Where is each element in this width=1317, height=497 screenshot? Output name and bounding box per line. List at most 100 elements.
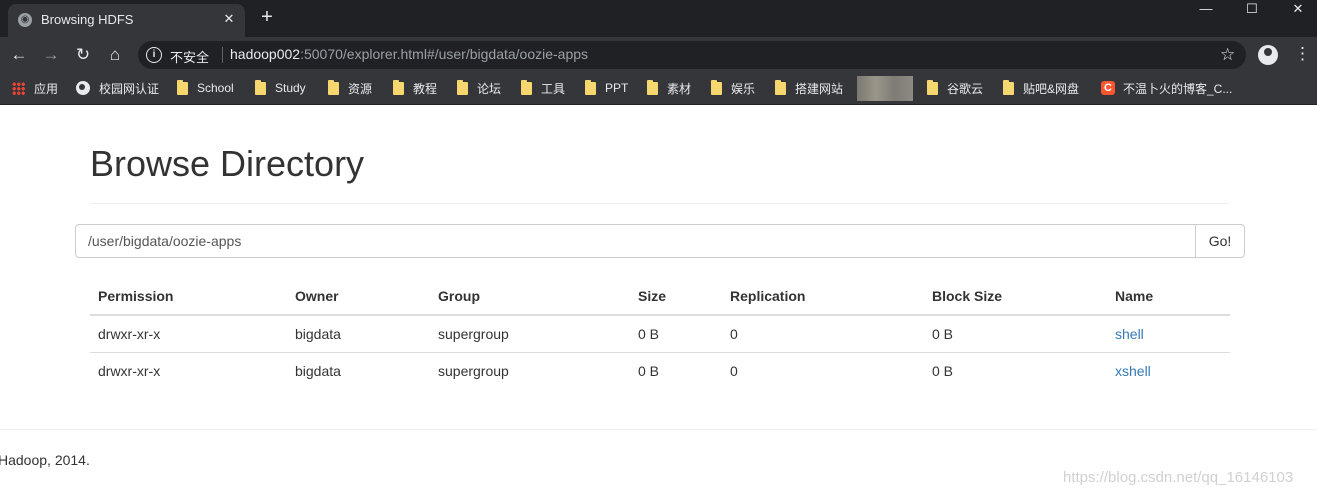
window-close-icon[interactable]: ✕ bbox=[1275, 0, 1317, 30]
column-header-replication[interactable]: Replication bbox=[722, 278, 924, 316]
folder-icon bbox=[585, 79, 596, 95]
watermark: https://blog.csdn.net/qq_16146103 bbox=[1063, 469, 1294, 486]
bookmark-label: 校园网认证 bbox=[99, 81, 160, 96]
folder-icon bbox=[1003, 79, 1014, 95]
bookmark-label: 资源 bbox=[348, 81, 373, 96]
info-icon[interactable]: i bbox=[146, 47, 162, 63]
folder-icon bbox=[393, 79, 404, 95]
cell-owner: bigdata bbox=[295, 326, 341, 342]
column-header-permission[interactable]: Permission bbox=[90, 278, 287, 316]
path-input[interactable] bbox=[75, 224, 1196, 258]
cell-name: shell bbox=[1107, 315, 1230, 353]
cell-group: supergroup bbox=[438, 326, 509, 342]
bookmark-label: 不温卜火的博客_C... bbox=[1123, 81, 1233, 96]
directory-link-shell[interactable]: shell bbox=[1115, 326, 1144, 342]
cell-owner: bigdata bbox=[287, 352, 430, 389]
bookmark-label: Study bbox=[275, 81, 306, 95]
bookmark-folder-google-cloud[interactable]: 谷歌云 bbox=[927, 79, 983, 97]
directory-link-xshell[interactable]: xshell bbox=[1115, 363, 1151, 379]
bookmark-folder-tieba-netdisk[interactable]: 贴吧&网盘 bbox=[1003, 79, 1079, 97]
bookmark-csdn-blog[interactable]: C 不温卜火的博客_C... bbox=[1101, 79, 1232, 97]
bookmark-folder-build-site[interactable]: 搭建网站 bbox=[775, 79, 843, 97]
bookmark-folder-entertainment[interactable]: 娱乐 bbox=[711, 79, 755, 97]
folder-icon bbox=[255, 79, 266, 95]
bookmark-label: 论坛 bbox=[477, 81, 502, 96]
folder-icon bbox=[328, 79, 339, 95]
bookmark-label: 搭建网站 bbox=[795, 81, 844, 96]
bookmark-label: 娱乐 bbox=[731, 81, 756, 96]
bookmark-folder-materials[interactable]: 素材 bbox=[647, 79, 691, 97]
bookmark-folder-tools[interactable]: 工具 bbox=[521, 79, 565, 97]
bookmark-folder-study[interactable]: Study bbox=[255, 79, 306, 97]
cell-name: xshell bbox=[1107, 352, 1230, 389]
table-header-row: Permission Owner Group Size Replication … bbox=[90, 278, 1230, 316]
insecure-label[interactable]: 不安全 bbox=[170, 47, 209, 66]
table-row: drwxr-xr-x bigdata supergroup 0 B 0 0 B … bbox=[90, 352, 1230, 389]
bookmark-campus-auth[interactable]: 校园网认证 bbox=[76, 79, 159, 97]
cell-replication: 0 bbox=[730, 326, 738, 342]
bookmark-label: 应用 bbox=[34, 81, 59, 96]
new-tab-icon[interactable]: + bbox=[256, 6, 278, 28]
column-header-block-size[interactable]: Block Size bbox=[924, 278, 1107, 316]
url-text[interactable]: hadoop002:50070/explorer.html#/user/bigd… bbox=[230, 46, 588, 62]
globe-icon bbox=[76, 81, 90, 95]
bookmark-label: PPT bbox=[605, 81, 629, 95]
column-header-owner[interactable]: Owner bbox=[287, 278, 430, 316]
footer-divider bbox=[0, 429, 1317, 430]
reload-icon[interactable]: ↻ bbox=[71, 43, 95, 67]
folder-icon bbox=[711, 79, 722, 95]
column-header-name[interactable]: Name bbox=[1107, 278, 1230, 316]
cell-size: 0 B bbox=[638, 326, 660, 342]
tab-title: Browsing HDFS bbox=[41, 12, 134, 27]
tab-favicon-icon: ◉ bbox=[18, 13, 32, 27]
table-row: drwxr-xr-x bigdata supergroup 0 B 0 0 B … bbox=[90, 315, 1230, 353]
column-header-size[interactable]: Size bbox=[630, 278, 722, 316]
url-host: hadoop002 bbox=[230, 46, 301, 62]
bookmark-folder-school[interactable]: School bbox=[177, 79, 234, 97]
omnibox-divider bbox=[222, 47, 223, 63]
home-icon[interactable]: ⌂ bbox=[103, 43, 127, 67]
tab-close-icon[interactable]: ✕ bbox=[220, 10, 238, 28]
back-arrow-icon[interactable]: ← bbox=[7, 43, 31, 67]
bookmark-label: 贴吧&网盘 bbox=[1023, 81, 1080, 96]
maximize-icon[interactable]: ☐ bbox=[1229, 0, 1275, 30]
bookmark-apps[interactable]: 应用 bbox=[12, 79, 58, 97]
bookmark-star-icon[interactable]: ☆ bbox=[1220, 45, 1235, 65]
folder-icon bbox=[521, 79, 532, 95]
folder-icon bbox=[457, 79, 468, 95]
bookmark-label: 素材 bbox=[667, 81, 692, 96]
bookmark-label: School bbox=[197, 81, 234, 95]
bookmark-folder-tutorials[interactable]: 教程 bbox=[393, 79, 437, 97]
blurred-bookmark[interactable] bbox=[857, 76, 913, 101]
footer-text: Hadoop, 2014. bbox=[0, 452, 90, 468]
address-bar[interactable]: i 不安全 hadoop002:50070/explorer.html#/use… bbox=[138, 41, 1246, 69]
directory-table: Permission Owner Group Size Replication … bbox=[90, 278, 1230, 389]
page-title: Browse Directory bbox=[90, 143, 365, 184]
bookmark-folder-ppt[interactable]: PPT bbox=[585, 79, 628, 97]
browser-toolbar: ← → ↻ ⌂ i 不安全 hadoop002:50070/explorer.h… bbox=[0, 37, 1317, 72]
cell-group: supergroup bbox=[430, 352, 630, 389]
minimize-icon[interactable]: — bbox=[1183, 0, 1229, 30]
bookmarks-bar: 应用 校园网认证 School Study 资源 教程 论坛 工具 PPT 素材… bbox=[0, 72, 1317, 105]
cell-block-size: 0 B bbox=[924, 352, 1107, 389]
browser-tab[interactable]: ◉ Browsing HDFS ✕ bbox=[8, 4, 245, 37]
column-header-group[interactable]: Group bbox=[430, 278, 630, 316]
bookmark-label: 谷歌云 bbox=[947, 81, 984, 96]
folder-icon bbox=[647, 79, 658, 95]
bookmark-label: 工具 bbox=[541, 81, 566, 96]
title-divider bbox=[90, 203, 1229, 204]
forward-arrow-icon[interactable]: → bbox=[39, 43, 63, 67]
cell-permission: drwxr-xr-x bbox=[98, 326, 161, 342]
menu-dots-icon[interactable]: ⋮ bbox=[1294, 43, 1311, 65]
folder-icon bbox=[775, 79, 786, 95]
url-path: :50070/explorer.html#/user/bigdata/oozie… bbox=[300, 46, 589, 62]
cell-size: 0 B bbox=[630, 352, 722, 389]
browser-title-bar: ◉ Browsing HDFS ✕ + — ☐ ✕ bbox=[0, 0, 1317, 37]
bookmark-label: 教程 bbox=[413, 81, 438, 96]
cell-block-size: 0 B bbox=[932, 326, 954, 342]
folder-icon bbox=[177, 79, 188, 95]
bookmark-folder-resources[interactable]: 资源 bbox=[328, 79, 372, 97]
account-icon[interactable] bbox=[1258, 45, 1278, 65]
go-button[interactable]: Go! bbox=[1195, 224, 1245, 258]
bookmark-folder-forums[interactable]: 论坛 bbox=[457, 79, 501, 97]
